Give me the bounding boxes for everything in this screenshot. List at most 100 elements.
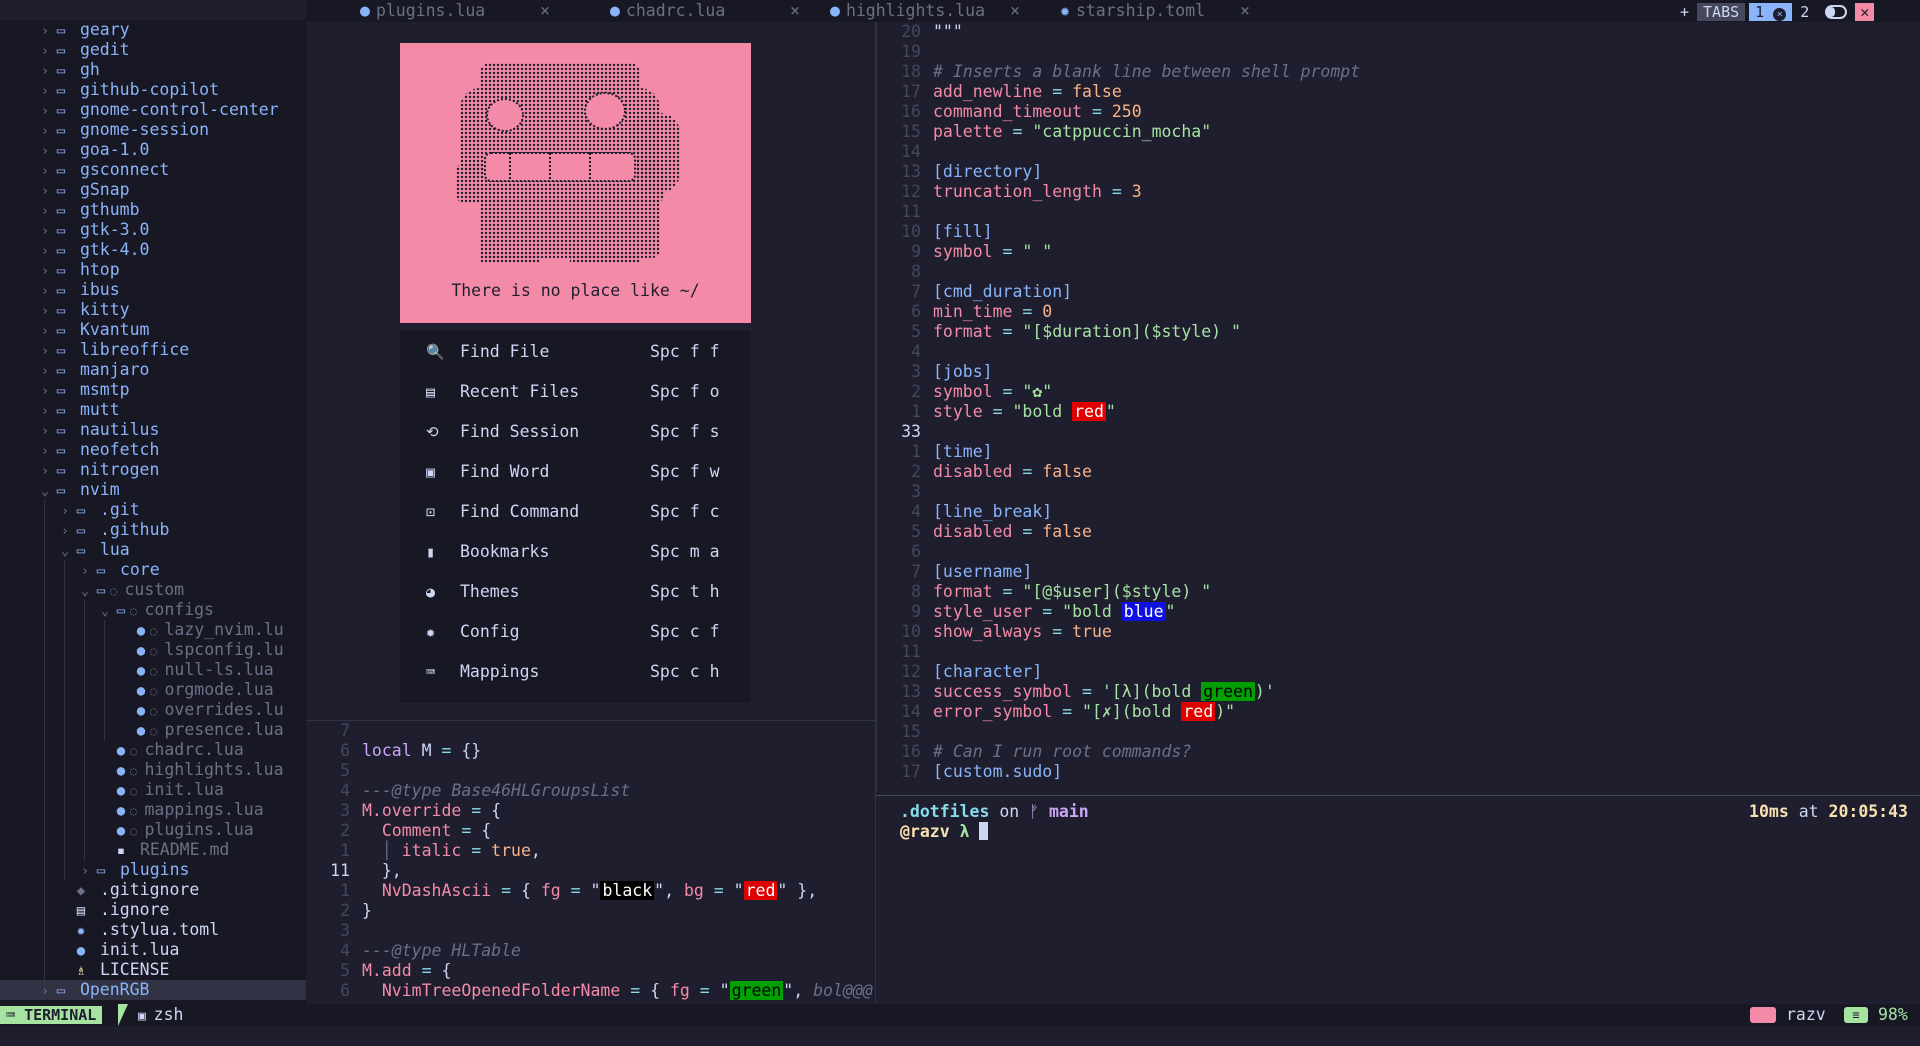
code-line[interactable]: 15 palette = "catppuccin_mocha" [877, 122, 1920, 142]
chevron-right-icon[interactable]: › [38, 282, 52, 302]
dashboard-item-bookmarks[interactable]: ▮ Bookmarks Spc m a [400, 532, 751, 572]
code-line[interactable]: 7 [306, 721, 875, 741]
tree-item-geary[interactable]: › ▭ geary [0, 20, 306, 40]
tree-item-goa-1-0[interactable]: › ▭ goa-1.0 [0, 140, 306, 160]
chevron-right-icon[interactable]: › [38, 382, 52, 402]
chevron-right-icon[interactable]: › [38, 442, 52, 462]
chevron-right-icon[interactable]: › [78, 562, 92, 582]
code-line[interactable]: 16 # Can I run root commands? [877, 742, 1920, 762]
tree-item-gnome-control-center[interactable]: › ▭ gnome-control-center [0, 100, 306, 120]
code-line[interactable]: 33 [877, 422, 1920, 442]
tree-item-gsconnect[interactable]: › ▭ gsconnect [0, 160, 306, 180]
tree-item-lspconfig-lu[interactable]: ● ◌ lspconfig.lu [0, 640, 306, 660]
code-line[interactable]: 19 [877, 42, 1920, 62]
tree-item-gsnap[interactable]: › ▭ gSnap [0, 180, 306, 200]
code-line[interactable]: 5 format = "[$duration]($style) " [877, 322, 1920, 342]
tree-item--github[interactable]: › ▭ .github [0, 520, 306, 540]
dashboard-item-find-file[interactable]: 🔍 Find File Spc f f [400, 332, 751, 372]
close-icon[interactable]: × [1773, 7, 1787, 21]
chevron-right-icon[interactable]: › [38, 342, 52, 362]
tree-item-license[interactable]: ♗ LICENSE [0, 960, 306, 980]
tab-plugins-lua[interactable]: ● plugins.lua × [360, 0, 590, 22]
tree-item-orgmode-lua[interactable]: ● ◌ orgmode.lua [0, 680, 306, 700]
code-line[interactable]: 11 }, [306, 861, 875, 881]
tree-item-presence-lua[interactable]: ● ◌ presence.lua [0, 720, 306, 740]
close-icon[interactable]: × [1240, 0, 1250, 22]
code-line[interactable]: 17 [custom.sudo] [877, 762, 1920, 782]
code-line[interactable]: 17 add_newline = false [877, 82, 1920, 102]
tree-item-configs[interactable]: ⌄ ▭ ◌ configs [0, 600, 306, 620]
chevron-right-icon[interactable]: › [38, 142, 52, 162]
tree-item-gthumb[interactable]: › ▭ gthumb [0, 200, 306, 220]
theme-toggle-icon[interactable] [1825, 4, 1848, 19]
chevron-down-icon[interactable]: ⌄ [38, 482, 52, 502]
tree-item-openrgb[interactable]: › ▭ OpenRGB [0, 980, 306, 1000]
chevron-right-icon[interactable]: › [38, 202, 52, 222]
dashboard-item-themes[interactable]: ◕ Themes Spc t h [400, 572, 751, 612]
code-line[interactable]: 8 [877, 262, 1920, 282]
tree-item-ibus[interactable]: › ▭ ibus [0, 280, 306, 300]
code-line[interactable]: 10 [fill] [877, 222, 1920, 242]
chevron-down-icon[interactable]: ⌄ [98, 602, 112, 622]
dashboard-item-find-command[interactable]: ⊡ Find Command Spc f c [400, 492, 751, 532]
code-line[interactable]: 13 [directory] [877, 162, 1920, 182]
tree-item-manjaro[interactable]: › ▭ manjaro [0, 360, 306, 380]
chevron-right-icon[interactable]: › [38, 82, 52, 102]
tab-2[interactable]: 2 [1792, 3, 1817, 21]
tree-item-neofetch[interactable]: › ▭ neofetch [0, 440, 306, 460]
code-line[interactable]: 5 M.add = { [306, 961, 875, 981]
dashboard-item-find-word[interactable]: ▣ Find Word Spc f w [400, 452, 751, 492]
code-line[interactable]: 1 │ italic = true, [306, 841, 875, 861]
chevron-right-icon[interactable]: › [38, 42, 52, 62]
code-line[interactable]: 4 [877, 342, 1920, 362]
code-line[interactable]: 3 [877, 482, 1920, 502]
chevron-right-icon[interactable]: › [58, 502, 72, 522]
code-line[interactable]: 4 ---@type HLTable [306, 941, 875, 961]
tree-item-core[interactable]: › ▭ core [0, 560, 306, 580]
chevron-right-icon[interactable]: › [38, 402, 52, 422]
new-tab-button[interactable]: + [1672, 3, 1697, 21]
code-line[interactable]: 2 Comment = { [306, 821, 875, 841]
tree-item-gtk-4-0[interactable]: › ▭ gtk-4.0 [0, 240, 306, 260]
code-line[interactable]: 6 NvimTreeOpenedFolderName = { fg = " gre… [306, 981, 875, 1001]
tree-item-null-ls-lua[interactable]: ● ◌ null-ls.lua [0, 660, 306, 680]
terminal-pane[interactable]: .dotfiles on ᚠ main 10ms at 20:05:43 @ra… [876, 795, 1920, 1005]
tab-chadrc-lua[interactable]: ● chadrc.lua × [610, 0, 840, 22]
tree-item-kitty[interactable]: › ▭ kitty [0, 300, 306, 320]
code-line[interactable]: 6 [877, 542, 1920, 562]
code-line[interactable]: 18 # Inserts a blank line between shell p… [877, 62, 1920, 82]
tree-item-gh[interactable]: › ▭ gh [0, 60, 306, 80]
editor-starship-toml[interactable]: 20 """ 19 18 # Inserts a blank line between … [876, 22, 1920, 792]
dashboard-item-mappings[interactable]: ⌨ Mappings Spc c h [400, 652, 751, 692]
chevron-right-icon[interactable]: › [38, 462, 52, 482]
command-line[interactable] [0, 1026, 1920, 1046]
close-icon[interactable]: × [1010, 0, 1020, 22]
code-line[interactable]: 4 ---@type Base46HLGroupsList [306, 781, 875, 801]
code-line[interactable]: 11 [877, 642, 1920, 662]
chevron-right-icon[interactable]: › [38, 422, 52, 442]
dashboard-item-config[interactable]: ✹ Config Spc c f [400, 612, 751, 652]
code-line[interactable]: 11 [877, 202, 1920, 222]
tree-item-nitrogen[interactable]: › ▭ nitrogen [0, 460, 306, 480]
code-line[interactable]: 13 success_symbol = '[λ](bold green)' [877, 682, 1920, 702]
tab-starship-toml[interactable]: ✹ starship.toml × [1060, 0, 1290, 22]
code-line[interactable]: 3 M.override = { [306, 801, 875, 821]
tree-item-kvantum[interactable]: › ▭ Kvantum [0, 320, 306, 340]
tree-item-msmtp[interactable]: › ▭ msmtp [0, 380, 306, 400]
close-icon[interactable]: × [540, 0, 550, 22]
tree-item-highlights-lua[interactable]: ● ◌ highlights.lua [0, 760, 306, 780]
code-line[interactable]: 6 min_time = 0 [877, 302, 1920, 322]
code-line[interactable]: 15 [877, 722, 1920, 742]
editor-highlights-lua[interactable]: 7 6 local M = {} 5 4 ---@type Base46HLGroupsL… [306, 720, 875, 1005]
tree-item-htop[interactable]: › ▭ htop [0, 260, 306, 280]
code-line[interactable]: 2 disabled = false [877, 462, 1920, 482]
code-line[interactable]: 2 symbol = "✿" [877, 382, 1920, 402]
chevron-right-icon[interactable]: › [38, 102, 52, 122]
tree-item-lua[interactable]: ⌄ ▭ lua [0, 540, 306, 560]
code-line[interactable]: 3 [306, 921, 875, 941]
tree-item-gedit[interactable]: › ▭ gedit [0, 40, 306, 60]
chevron-right-icon[interactable]: › [38, 122, 52, 142]
tree-item-readme-md[interactable]: ▪ README.md [0, 840, 306, 860]
code-line[interactable]: 6 local M = {} [306, 741, 875, 761]
code-line[interactable]: 4 [line_break] [877, 502, 1920, 522]
